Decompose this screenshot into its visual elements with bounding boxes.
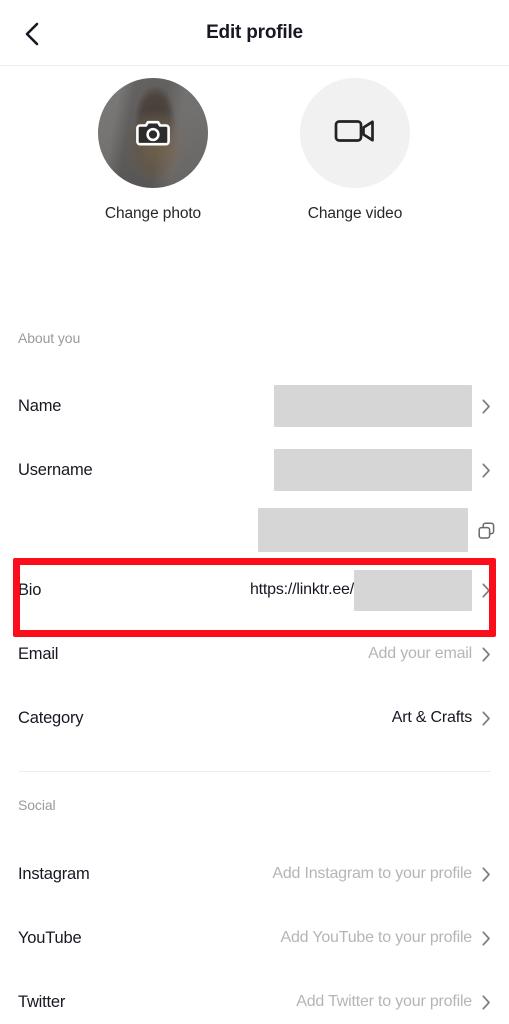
row-youtube[interactable]: YouTube Add YouTube to your profile: [0, 906, 509, 970]
row-instagram[interactable]: Instagram Add Instagram to your profile: [0, 842, 509, 906]
chevron-right-icon: [482, 994, 490, 1010]
about-you-heading: About you: [18, 330, 81, 346]
email-value: Add your email: [368, 645, 472, 662]
row-label-twitter: Twitter: [18, 992, 66, 1011]
avatar[interactable]: [98, 78, 208, 188]
instagram-value: Add Instagram to your profile: [272, 865, 472, 882]
row-label-bio: Bio: [18, 580, 42, 599]
bio-url-text: https://linktr.ee/: [249, 581, 354, 598]
redacted-profile-link-value: [258, 508, 468, 552]
row-label-username: Username: [18, 460, 93, 479]
page-title: Edit profile: [206, 22, 303, 43]
row-value-category-wrap: Art & Crafts: [392, 709, 491, 727]
change-photo-label: Change photo: [104, 205, 202, 222]
row-value-username-wrap: [274, 449, 491, 491]
profile-media-row: Change photo Change video: [0, 66, 509, 256]
category-value: Art & Crafts: [391, 709, 472, 726]
redacted-username-value: [274, 449, 472, 491]
row-twitter[interactable]: Twitter Add Twitter to your profile: [0, 970, 509, 1024]
redacted-name-value: [274, 385, 472, 427]
video-circle[interactable]: [300, 78, 410, 188]
row-value-bio-wrap: https://linktr.ee/: [249, 569, 491, 611]
change-photo-button[interactable]: Change photo: [63, 78, 243, 223]
chevron-right-icon: [482, 462, 490, 478]
youtube-value: Add YouTube to your profile: [280, 929, 473, 946]
chevron-right-icon: [482, 398, 490, 414]
row-username[interactable]: Username: [0, 438, 509, 502]
bio-value: https://linktr.ee/: [249, 569, 472, 611]
row-name[interactable]: Name: [0, 374, 509, 438]
row-label-category: Category: [18, 708, 84, 727]
video-camera-icon: [334, 116, 376, 151]
chevron-right-icon: [482, 582, 490, 598]
chevron-right-icon: [482, 710, 490, 726]
row-value-youtube-wrap: Add YouTube to your profile: [281, 929, 491, 947]
row-value-twitter-wrap: Add Twitter to your profile: [296, 993, 491, 1011]
row-value-name-wrap: [274, 385, 491, 427]
change-video-button[interactable]: Change video: [265, 78, 445, 223]
app-header: Edit profile: [0, 0, 509, 66]
change-video-label: Change video: [307, 205, 403, 222]
row-value-instagram-wrap: Add Instagram to your profile: [272, 865, 491, 883]
social-heading: Social: [18, 797, 56, 813]
camera-icon: [136, 119, 170, 147]
chevron-right-icon: [482, 866, 490, 882]
row-profile-link[interactable]: [0, 502, 509, 558]
edit-profile-screen: Edit profile Change photo Change video A…: [0, 0, 509, 1024]
twitter-value: Add Twitter to your profile: [296, 993, 472, 1010]
row-category[interactable]: Category Art & Crafts: [0, 686, 509, 750]
chevron-right-icon: [482, 646, 490, 662]
redacted-bio-handle: [354, 569, 472, 611]
row-label-email: Email: [18, 644, 59, 663]
row-label-youtube: YouTube: [18, 928, 82, 947]
row-label-instagram: Instagram: [18, 864, 90, 883]
row-label-name: Name: [18, 396, 62, 415]
chevron-right-icon: [482, 930, 490, 946]
row-email[interactable]: Email Add your email: [0, 622, 509, 686]
row-value-email-wrap: Add your email: [368, 645, 491, 663]
copy-icon[interactable]: [478, 522, 495, 540]
row-bio[interactable]: Bio https://linktr.ee/: [0, 558, 509, 622]
